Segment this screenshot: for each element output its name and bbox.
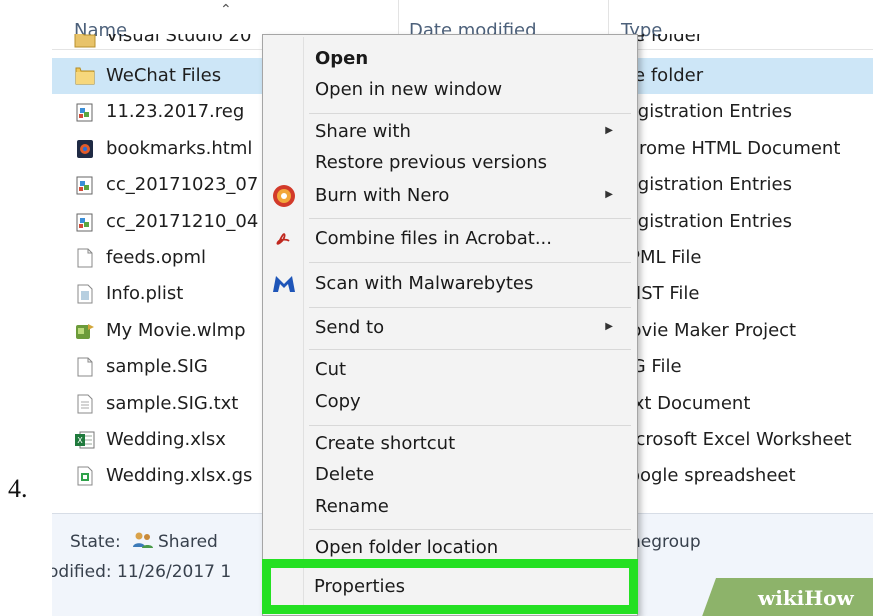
file-name: 11.23.2017.reg <box>106 101 245 123</box>
file-type: Registration Entries <box>615 101 792 123</box>
file-type: Registration Entries <box>615 210 792 232</box>
menu-divider <box>309 218 631 219</box>
html-file-icon <box>74 138 96 160</box>
homegroup-detail: negroup <box>630 532 701 552</box>
menu-divider <box>309 262 631 263</box>
registry-file-icon <box>74 174 96 196</box>
menu-item-label: Send to <box>315 317 385 338</box>
menu-item-label: Rename <box>315 496 389 517</box>
document-file-icon <box>74 283 96 305</box>
menu-item-label: Open <box>315 48 369 69</box>
shared-users-icon <box>132 530 154 555</box>
movie-maker-icon <box>74 320 96 342</box>
registry-file-icon <box>74 101 96 123</box>
state-value: Shared <box>158 532 218 552</box>
menu-item-label: Scan with Malwarebytes <box>315 273 534 294</box>
file-name: cc_20171023_07 <box>106 174 259 196</box>
wikihow-watermark: wikiHow <box>758 586 854 610</box>
menu-divider <box>309 425 631 426</box>
menu-item-label: Share with <box>315 121 411 142</box>
menu-item-combine-files-in-acrobat[interactable]: Combine files in Acrobat... <box>263 224 637 256</box>
file-type: Registration Entries <box>615 174 792 196</box>
menu-divider <box>309 307 631 308</box>
file-name: feeds.opml <box>106 246 206 268</box>
text-file-icon <box>74 393 96 415</box>
file-name: Visual Studio 20 <box>106 34 252 46</box>
file-name: sample.SIG <box>106 356 208 378</box>
menu-divider <box>309 113 631 114</box>
blank-file-icon <box>74 247 96 269</box>
file-type: Microsoft Excel Worksheet <box>615 428 852 450</box>
file-name: Info.plist <box>106 283 184 305</box>
menu-item-restore-previous-versions[interactable]: Restore previous versions <box>263 148 637 180</box>
svg-text:X: X <box>77 436 83 445</box>
menu-item-properties[interactable]: Properties <box>262 559 638 614</box>
menu-item-label: Combine files in Acrobat... <box>315 228 552 249</box>
submenu-arrow-icon: ▶ <box>605 125 613 136</box>
file-type: Movie Maker Project <box>615 319 797 341</box>
google-sheet-icon <box>74 465 96 487</box>
date-modified-detail: odified: 11/26/2017 1 <box>52 562 232 582</box>
menu-item-cut[interactable]: Cut <box>263 355 637 387</box>
state-label: State: <box>70 532 121 552</box>
submenu-arrow-icon: ▶ <box>605 189 613 200</box>
menu-item-delete[interactable]: Delete <box>263 460 637 492</box>
submenu-arrow-icon: ▶ <box>605 321 613 332</box>
sort-ascending-icon: ⌃ <box>220 2 232 18</box>
file-name: bookmarks.html <box>106 137 253 159</box>
menu-item-open-in-new-window[interactable]: Open in new window <box>263 75 637 107</box>
menu-item-label: Properties <box>314 576 405 597</box>
excel-file-icon: X <box>74 429 96 451</box>
acrobat-icon <box>271 226 297 252</box>
file-type: Chrome HTML Document <box>615 137 841 159</box>
menu-item-rename[interactable]: Rename <box>263 492 637 524</box>
file-name: My Movie.wlmp <box>106 319 246 341</box>
menu-item-burn-with-nero[interactable]: Burn with Nero ▶ <box>263 181 637 213</box>
menu-item-send-to[interactable]: Send to ▶ <box>263 313 637 345</box>
menu-item-open[interactable]: Open <box>263 44 637 76</box>
folder-icon <box>74 65 96 87</box>
malwarebytes-icon <box>271 271 297 297</box>
file-name: Wedding.xlsx <box>106 428 226 450</box>
context-menu: Open Open in new window Share with ▶ Res… <box>262 34 638 616</box>
menu-divider <box>309 349 631 350</box>
nero-icon <box>271 183 297 209</box>
file-name: WeChat Files <box>106 65 222 86</box>
menu-item-label: Copy <box>315 391 361 412</box>
menu-item-scan-with-malwarebytes[interactable]: Scan with Malwarebytes <box>263 269 637 301</box>
menu-item-label: Create shortcut <box>315 433 456 454</box>
step-number: 4. <box>8 474 28 503</box>
blank-file-icon <box>74 356 96 378</box>
menu-item-label: Open folder location <box>315 537 499 558</box>
menu-item-copy[interactable]: Copy <box>263 387 637 419</box>
file-name: sample.SIG.txt <box>106 392 239 414</box>
menu-item-label: Delete <box>315 464 375 485</box>
menu-item-share-with[interactable]: Share with ▶ <box>263 117 637 149</box>
registry-file-icon <box>74 211 96 233</box>
file-name: Wedding.xlsx.gs <box>106 465 253 487</box>
file-name: cc_20171210_04 <box>106 210 259 232</box>
menu-item-label: Cut <box>315 359 347 380</box>
menu-item-create-shortcut[interactable]: Create shortcut <box>263 429 637 461</box>
menu-item-label: Open in new window <box>315 79 503 100</box>
file-type: Google spreadsheet <box>615 465 796 487</box>
menu-item-label: Burn with Nero <box>315 185 450 206</box>
folder-icon <box>74 34 96 50</box>
menu-item-label: Restore previous versions <box>315 152 548 173</box>
menu-divider <box>309 529 631 530</box>
